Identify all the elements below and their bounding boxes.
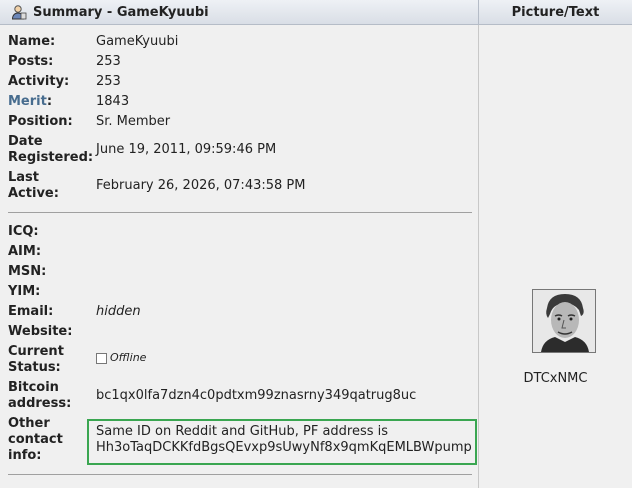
summary-header: Summary - GameKyuubi (0, 0, 479, 24)
other-contact-line-2: Hh3oTaqDCKKfdBgsQEvxp9sUwyNf8x9qmKqEMLBW… (96, 440, 472, 455)
summary-title: Summary - GameKyuubi (33, 4, 209, 20)
name-label: Name: (8, 34, 56, 49)
activity-value: 253 (96, 74, 121, 89)
merit-link[interactable]: Merit (8, 94, 47, 109)
status-value: Offline (96, 350, 146, 367)
picture-username: DTCxNMC (523, 371, 588, 386)
avatar-portrait-image (533, 290, 595, 352)
current-status-label-1: Current (8, 344, 64, 359)
current-status-label-2: Status: (8, 360, 61, 375)
other-contact-line-1: Same ID on Reddit and GitHub, PF address… (96, 424, 389, 439)
position-value: Sr. Member (96, 114, 171, 129)
bitcoin-label-1: Bitcoin (8, 380, 59, 395)
email-value: hidden (96, 304, 141, 319)
msn-label: MSN: (8, 264, 47, 279)
date-registered-label-2: Registered: (8, 150, 94, 165)
header-bar: Summary - GameKyuubi Picture/Text (0, 0, 632, 25)
date-registered-value: June 19, 2011, 09:59:46 PM (96, 142, 277, 157)
other-contact-label-2: contact (8, 432, 63, 447)
bottom-divider (8, 474, 472, 475)
icq-label: ICQ: (8, 224, 39, 239)
bitcoin-label-2: address: (8, 396, 72, 411)
name-value: GameKyuubi (96, 34, 179, 49)
bitcoin-address-value: bc1qx0lfa7dzn4c0pdtxm99znasrny349qatrug8… (96, 388, 417, 403)
picture-text-header: Picture/Text (511, 4, 600, 20)
posts-label: Posts: (8, 54, 54, 69)
last-active-value: February 26, 2026, 07:43:58 PM (96, 178, 306, 193)
email-label: Email: (8, 304, 54, 319)
user-profile-icon (11, 5, 27, 20)
last-active-label-2: Active: (8, 186, 59, 201)
merit-label-row: Merit: (8, 94, 52, 110)
merit-colon: : (46, 94, 53, 109)
status-text: Offline (110, 351, 147, 364)
yim-label: YIM: (8, 284, 41, 299)
aim-label: AIM: (8, 244, 42, 259)
activity-label: Activity: (8, 74, 70, 89)
section-divider (8, 212, 472, 213)
last-active-label-1: Last (8, 170, 40, 185)
posts-value: 253 (96, 54, 121, 69)
avatar (532, 289, 596, 353)
website-label: Website: (8, 324, 73, 339)
other-contact-label-1: Other (8, 416, 50, 431)
offline-status-icon (96, 352, 107, 364)
picture-panel (479, 25, 632, 488)
date-registered-label-1: Date (8, 134, 43, 149)
other-contact-label-3: info: (8, 448, 42, 463)
position-label: Position: (8, 114, 73, 129)
merit-value: 1843 (96, 94, 130, 109)
